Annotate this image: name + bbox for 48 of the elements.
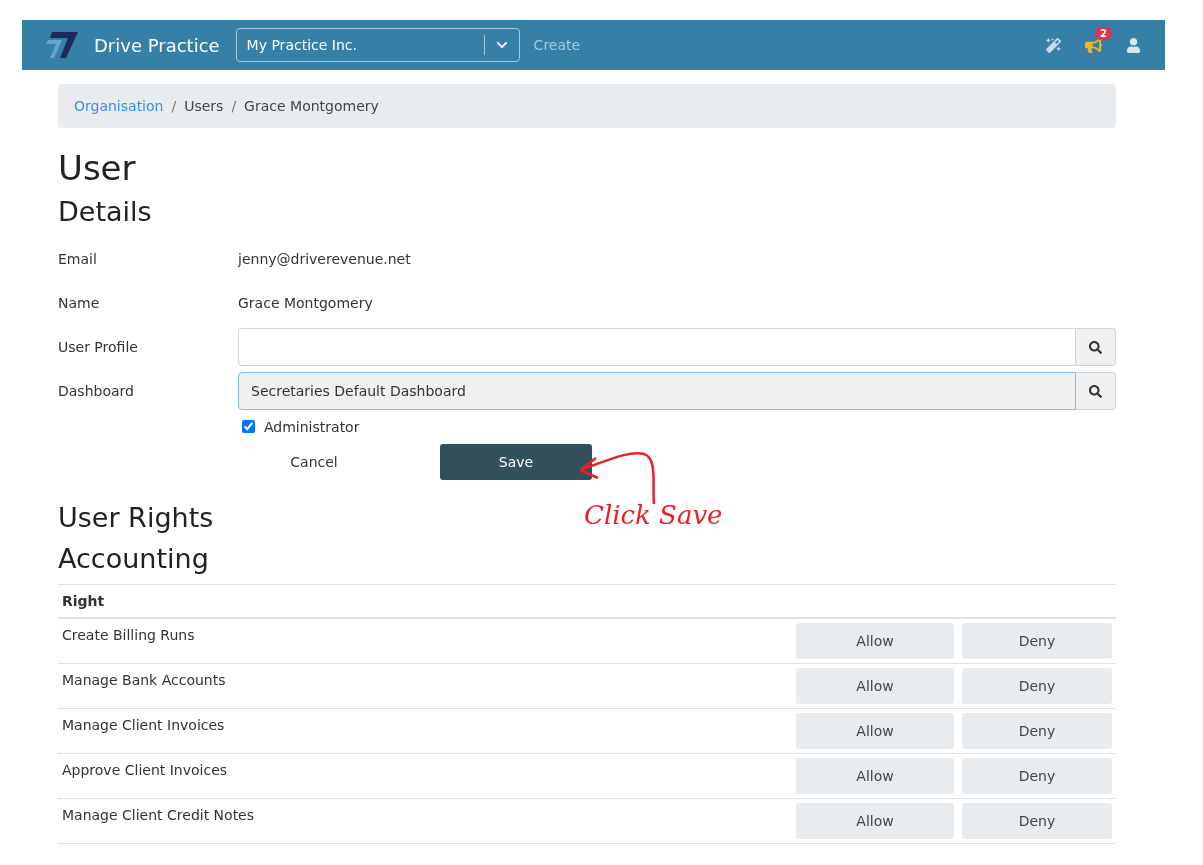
search-button[interactable] bbox=[1076, 328, 1116, 366]
cancel-button[interactable]: Cancel bbox=[238, 453, 390, 471]
table-cell-text: Manage Client Invoices bbox=[62, 716, 226, 733]
section-title: Details bbox=[58, 196, 152, 227]
breadcrumb-separator: / bbox=[171, 98, 177, 114]
field-label: Name bbox=[58, 295, 101, 311]
breadcrumb-item: Users bbox=[184, 98, 224, 114]
table-cell-text: Create Billing Runs bbox=[62, 626, 196, 643]
table-cell-text: Manage Client Credit Notes bbox=[62, 806, 256, 823]
field-value: jenny@driverevenue.net bbox=[238, 251, 412, 267]
user-icon[interactable] bbox=[1126, 37, 1141, 53]
chevron-down-icon bbox=[495, 39, 508, 51]
deny-button[interactable]: Deny bbox=[962, 713, 1112, 749]
input-field[interactable] bbox=[238, 328, 1076, 366]
deny-button[interactable]: Deny bbox=[962, 758, 1112, 794]
search-button[interactable] bbox=[1076, 372, 1116, 410]
allow-button[interactable]: Allow bbox=[796, 668, 954, 704]
breadcrumb-separator: / bbox=[231, 98, 237, 114]
notification-badge: 2 bbox=[1095, 26, 1112, 40]
page-title: User bbox=[58, 148, 137, 188]
column-header: Right bbox=[58, 585, 1116, 619]
administrator-checkbox[interactable] bbox=[242, 420, 255, 433]
input-field[interactable]: Secretaries Default Dashboard bbox=[238, 372, 1076, 410]
search-icon bbox=[1089, 340, 1102, 354]
allow-button[interactable]: Allow bbox=[796, 623, 954, 659]
deny-button[interactable]: Deny bbox=[962, 668, 1112, 704]
brand-name[interactable]: Drive Practice bbox=[94, 34, 220, 56]
annotation-text: Click Save bbox=[584, 500, 723, 530]
field-label: Email bbox=[58, 251, 98, 267]
field-label: User Profile bbox=[58, 339, 139, 355]
field-value: Grace Montgomery bbox=[238, 295, 374, 311]
magic-wand-icon[interactable] bbox=[1046, 37, 1061, 53]
practice-select[interactable]: My Practice Inc. bbox=[235, 28, 520, 62]
deny-button[interactable]: Deny bbox=[962, 803, 1112, 839]
table-cell-text: Approve Client Invoices bbox=[62, 761, 229, 778]
brand-logo-icon bbox=[46, 30, 80, 60]
field-label: Dashboard bbox=[58, 383, 135, 399]
allow-button[interactable]: Allow bbox=[796, 803, 954, 839]
deny-button[interactable]: Deny bbox=[962, 623, 1112, 659]
section-title: Accounting bbox=[58, 543, 209, 574]
search-icon bbox=[1089, 384, 1102, 398]
save-button[interactable]: Save bbox=[440, 444, 592, 480]
checkbox-label: Administrator bbox=[264, 418, 360, 435]
allow-button[interactable]: Allow bbox=[796, 713, 954, 749]
table-cell-text: Manage Bank Accounts bbox=[62, 671, 227, 688]
allow-button[interactable]: Allow bbox=[796, 758, 954, 794]
section-title: User Rights bbox=[58, 502, 214, 533]
breadcrumb-item: Grace Montgomery bbox=[244, 98, 379, 114]
